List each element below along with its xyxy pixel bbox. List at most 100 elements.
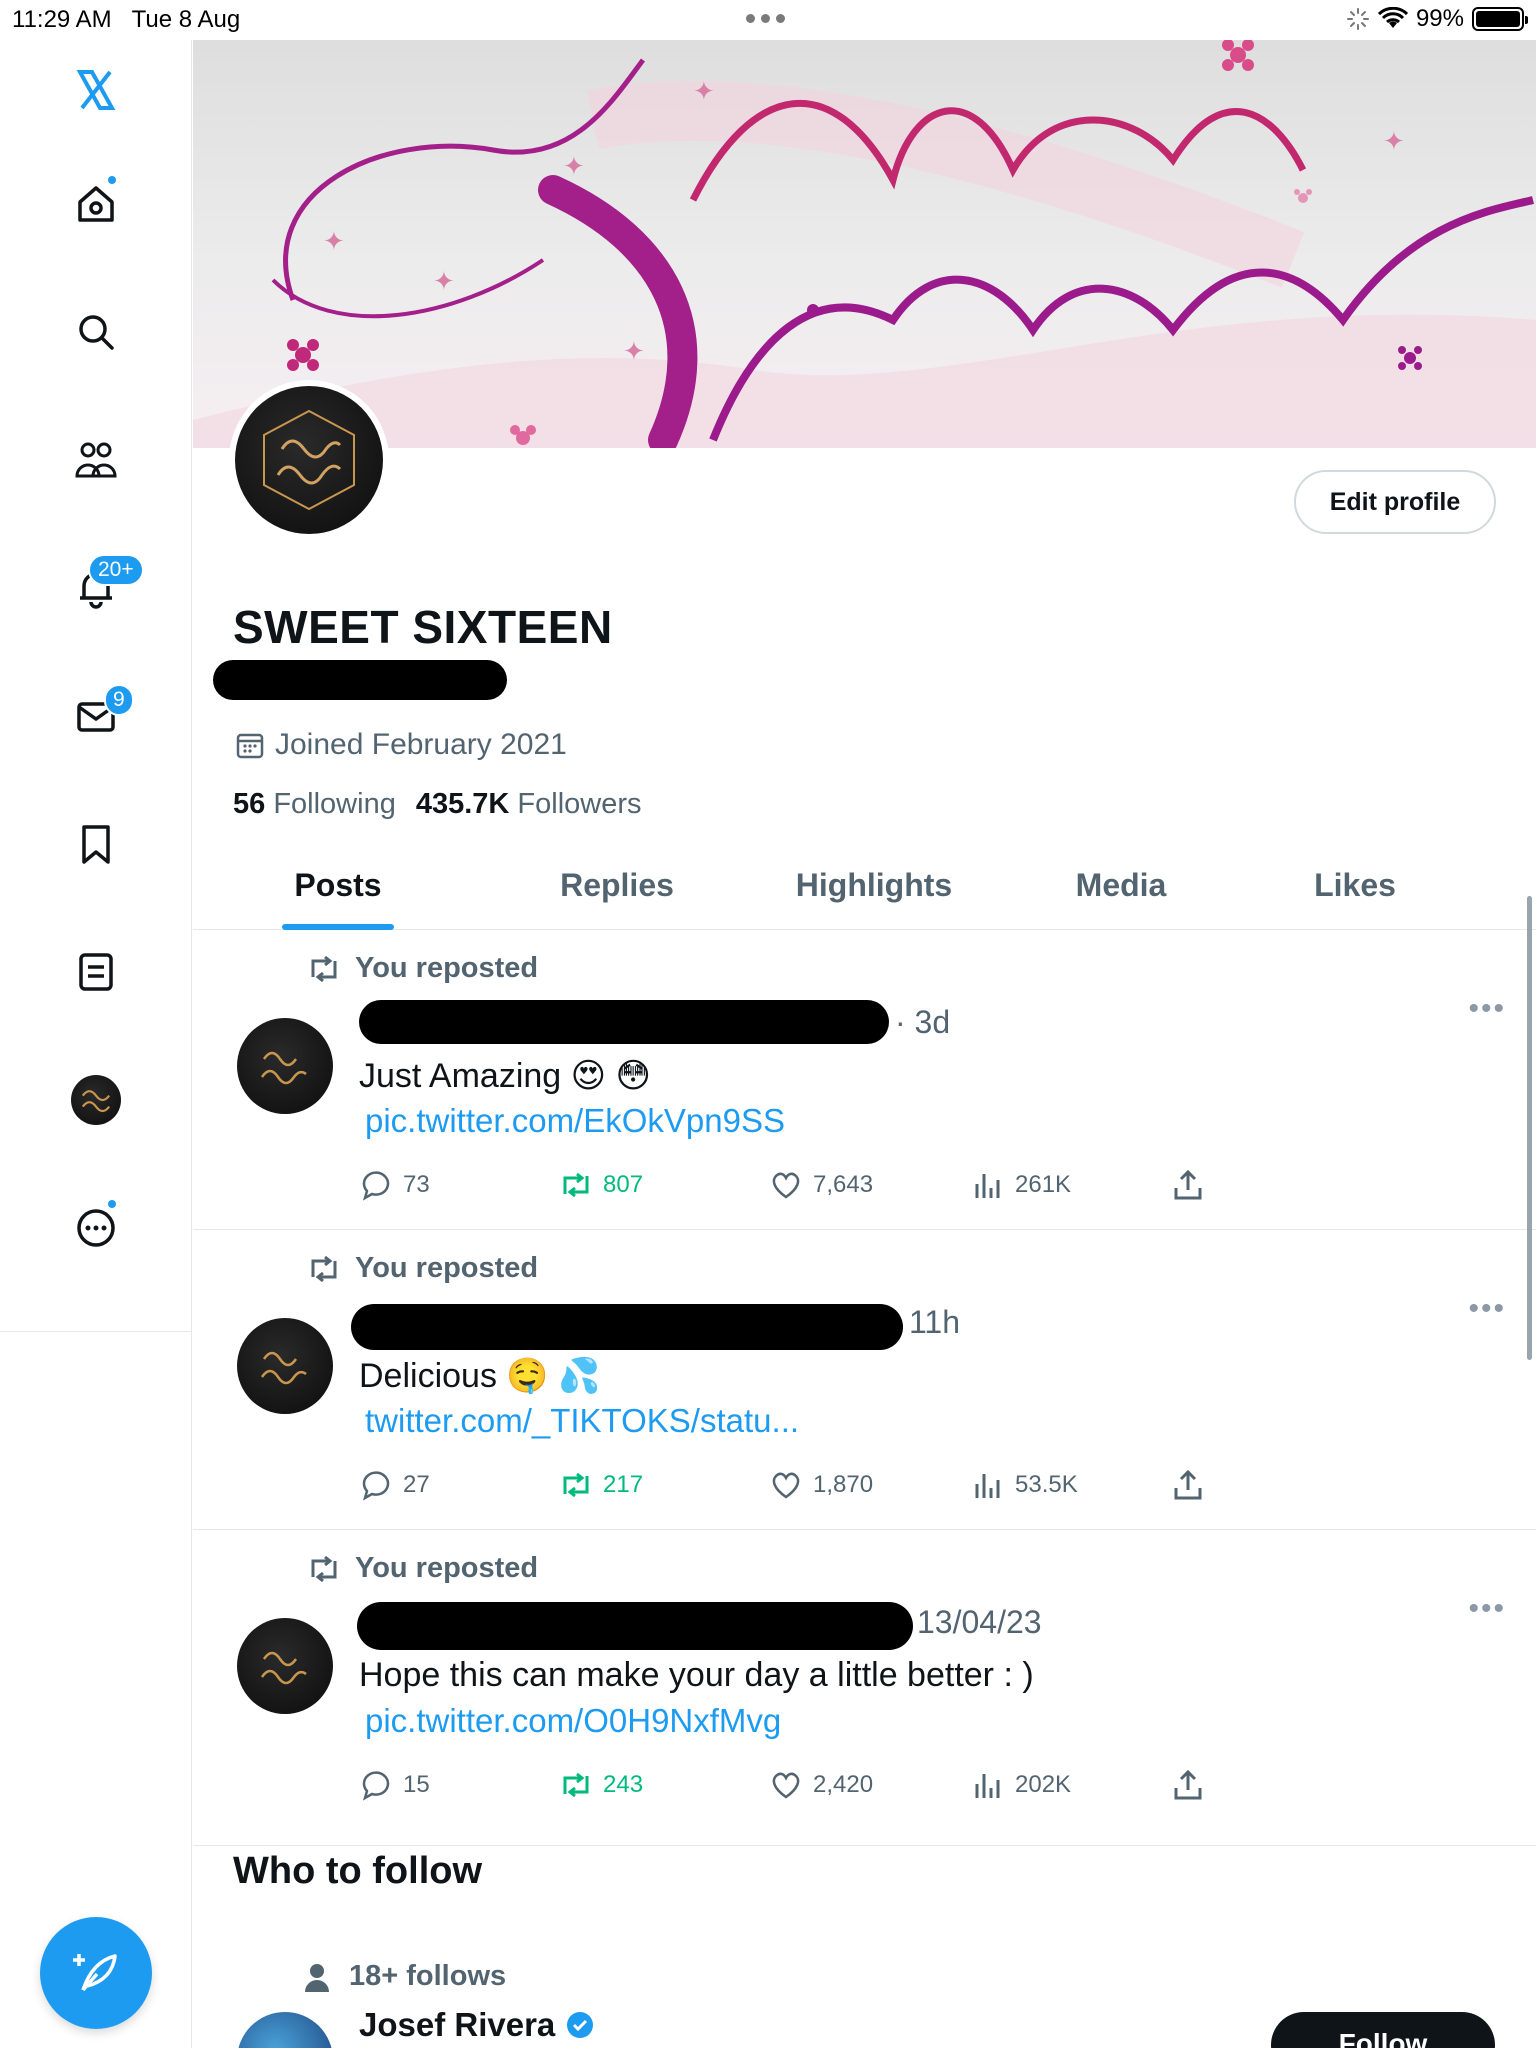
sweet-sixteen-logo bbox=[263, 409, 355, 511]
x-logo-icon[interactable] bbox=[66, 60, 126, 120]
status-bar: 11:29 AM Tue 8 Aug 99% bbox=[0, 0, 1536, 40]
post-item[interactable]: You reposted 11h ••• Delicious 🤤 💦 twitt… bbox=[193, 1230, 1536, 1530]
like-button[interactable]: 7,643 bbox=[769, 1168, 873, 1202]
post-link[interactable]: twitter.com/_TIKTOKS/statu... bbox=[365, 1402, 799, 1440]
notifications-icon[interactable]: 20+ bbox=[66, 554, 144, 618]
reply-button[interactable]: 73 bbox=[359, 1168, 430, 1202]
views-icon bbox=[975, 1474, 1000, 1498]
repost-indicator: You reposted bbox=[307, 952, 538, 985]
tab-media[interactable]: Media bbox=[1031, 840, 1211, 930]
messages-badge: 9 bbox=[104, 684, 134, 716]
post-text: Hope this can make your day a little bet… bbox=[359, 1656, 1034, 1694]
views-icon bbox=[975, 1774, 1000, 1798]
status-right: 99% bbox=[1346, 5, 1528, 33]
heart-icon bbox=[772, 1772, 800, 1799]
tab-posts[interactable]: Posts bbox=[253, 840, 423, 930]
battery-icon bbox=[1472, 7, 1528, 31]
bookmark-icon[interactable] bbox=[66, 814, 126, 874]
more-new-dot bbox=[106, 1198, 118, 1210]
post-time: 11h bbox=[909, 1304, 961, 1340]
suggested-user-name[interactable]: Josef Rivera bbox=[359, 2006, 595, 2044]
scrollbar[interactable] bbox=[1527, 896, 1532, 1360]
reply-button[interactable]: 27 bbox=[359, 1468, 430, 1502]
svg-text:✦: ✦ bbox=[693, 77, 715, 107]
reply-icon bbox=[362, 1171, 390, 1201]
home-new-dot bbox=[106, 174, 118, 186]
post-more-icon[interactable]: ••• bbox=[1468, 1592, 1506, 1626]
compose-feather-icon bbox=[73, 1954, 117, 1992]
svg-text:✦: ✦ bbox=[563, 152, 585, 182]
post-more-icon[interactable]: ••• bbox=[1468, 992, 1506, 1026]
post-author-avatar[interactable] bbox=[237, 1318, 333, 1414]
views-button[interactable]: 202K bbox=[971, 1768, 1071, 1802]
post-link[interactable]: pic.twitter.com/EkOkVpn9SS bbox=[365, 1102, 785, 1140]
tab-highlights[interactable]: Highlights bbox=[759, 840, 989, 930]
suggested-user-avatar[interactable] bbox=[237, 2012, 333, 2048]
compose-post-button[interactable] bbox=[40, 1917, 152, 2029]
follow-counts: 56 Following 435.7K Followers bbox=[233, 788, 642, 821]
battery-percent: 99% bbox=[1415, 5, 1464, 32]
joined-text: Joined February 2021 bbox=[275, 728, 567, 761]
post-author-avatar[interactable] bbox=[237, 1618, 333, 1714]
reply-button[interactable]: 15 bbox=[359, 1768, 430, 1802]
views-button[interactable]: 53.5K bbox=[971, 1468, 1078, 1502]
profile-avatar-icon[interactable] bbox=[66, 1070, 126, 1130]
tab-replies[interactable]: Replies bbox=[517, 840, 717, 930]
calendar-icon bbox=[236, 733, 264, 759]
post-text: Just Amazing 😍 😳 bbox=[359, 1057, 651, 1095]
communities-icon[interactable] bbox=[66, 430, 126, 490]
redacted-handle bbox=[213, 660, 507, 700]
share-button[interactable] bbox=[1171, 1468, 1205, 1502]
heart-icon bbox=[772, 1472, 800, 1499]
search-icon[interactable] bbox=[66, 302, 126, 362]
joined-date: Joined February 2021 bbox=[235, 728, 567, 762]
follow-button[interactable]: Follow bbox=[1271, 2012, 1495, 2048]
home-icon[interactable] bbox=[66, 174, 126, 234]
repost-button[interactable]: 243 bbox=[559, 1768, 643, 1802]
profile-display-name: SWEET SIXTEEN bbox=[233, 601, 613, 653]
repost-button[interactable]: 217 bbox=[559, 1468, 643, 1502]
lists-icon[interactable] bbox=[66, 942, 126, 1002]
post-author-avatar[interactable] bbox=[237, 1018, 333, 1114]
share-button[interactable] bbox=[1171, 1768, 1205, 1802]
like-button[interactable]: 1,870 bbox=[769, 1468, 873, 1502]
post-actions: 15 243 2,420 202K bbox=[359, 1768, 1239, 1808]
loading-icon bbox=[1346, 8, 1369, 30]
repost-icon bbox=[563, 1772, 589, 1798]
repost-small-icon bbox=[311, 1555, 337, 1582]
post-item[interactable]: You reposted · 3d ••• Just Amazing 😍 😳 p… bbox=[193, 930, 1536, 1230]
profile-banner[interactable]: ✦ ✦ ✦ ✦ ✦ ✦ bbox=[193, 40, 1536, 448]
svg-text:✦: ✦ bbox=[323, 227, 345, 257]
redacted-author bbox=[357, 1602, 913, 1650]
post-more-icon[interactable]: ••• bbox=[1468, 1292, 1506, 1326]
who-to-follow-title: Who to follow bbox=[233, 1850, 483, 1892]
messages-icon[interactable]: 9 bbox=[66, 684, 134, 746]
post-time: · 3d bbox=[895, 1004, 951, 1040]
svg-text:✦: ✦ bbox=[433, 267, 455, 297]
tab-likes[interactable]: Likes bbox=[1265, 840, 1445, 930]
profile-main: ✦ ✦ ✦ ✦ ✦ ✦ Edit profile SWEET SIXTEEN Joined… bbox=[193, 40, 1536, 2048]
followers-link[interactable]: 435.7K Followers bbox=[416, 788, 642, 821]
profile-avatar[interactable] bbox=[229, 380, 389, 540]
wifi-icon bbox=[1377, 7, 1408, 28]
edit-profile-button[interactable]: Edit profile bbox=[1294, 470, 1496, 534]
views-button[interactable]: 261K bbox=[971, 1168, 1071, 1202]
share-button[interactable] bbox=[1171, 1168, 1205, 1202]
notifications-badge: 20+ bbox=[88, 554, 144, 586]
like-button[interactable]: 2,420 bbox=[769, 1768, 873, 1802]
more-options-icon[interactable] bbox=[66, 1198, 126, 1258]
social-context: 18+ follows bbox=[303, 1960, 506, 1993]
following-link[interactable]: 56 Following bbox=[233, 788, 396, 821]
repost-button[interactable]: 807 bbox=[559, 1168, 643, 1202]
banner-artwork: ✦ ✦ ✦ ✦ ✦ ✦ bbox=[193, 40, 1536, 448]
share-icon bbox=[1174, 1769, 1202, 1800]
post-item[interactable]: You reposted 13/04/23 ••• Hope this can … bbox=[193, 1530, 1536, 1846]
svg-text:✦: ✦ bbox=[623, 337, 645, 367]
post-link[interactable]: pic.twitter.com/O0H9NxfMvg bbox=[365, 1702, 781, 1740]
post-actions: 27 217 1,870 53.5K bbox=[359, 1468, 1239, 1508]
share-icon bbox=[1174, 1169, 1202, 1200]
multitasking-dots[interactable] bbox=[746, 14, 785, 23]
repost-icon bbox=[563, 1472, 589, 1498]
post-text: Delicious 🤤 💦 bbox=[359, 1357, 601, 1395]
post-actions: 73 807 7,643 261K bbox=[359, 1168, 1239, 1208]
